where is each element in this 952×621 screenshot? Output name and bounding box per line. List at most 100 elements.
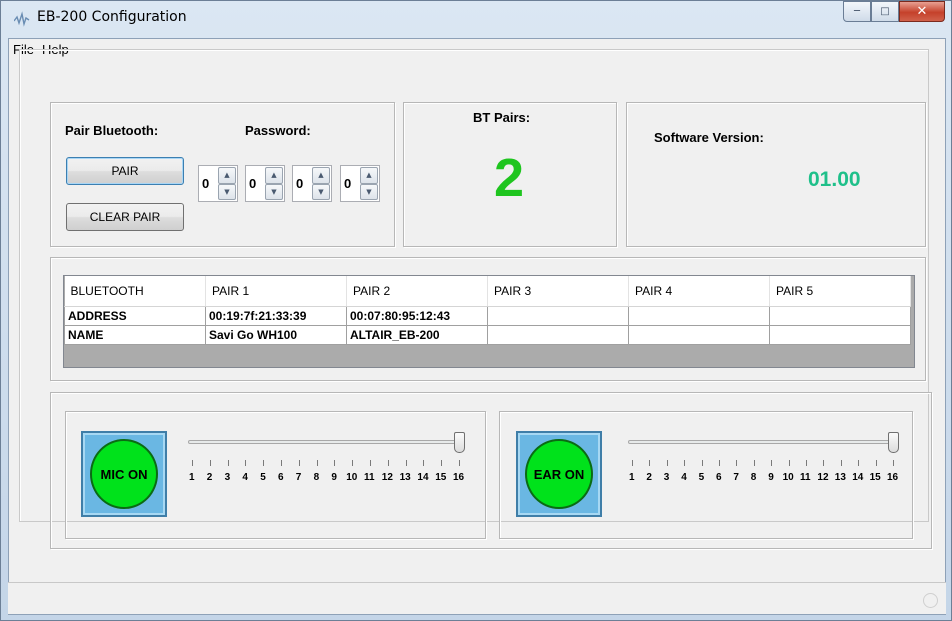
slider-tick-label: 12 [817, 472, 829, 483]
slider-tick-label: 6 [716, 472, 722, 483]
slider-tick [352, 460, 354, 466]
table-cell[interactable] [628, 324, 770, 345]
slider-tick [771, 460, 773, 466]
table-cell[interactable]: NAME [64, 324, 206, 345]
slider-tick-label: 7 [295, 472, 302, 483]
slider-tick-label: 13 [834, 472, 846, 483]
slider-tick-label: 16 [453, 472, 465, 483]
slider-thumb[interactable] [888, 432, 899, 453]
table-cell[interactable] [769, 324, 911, 345]
spin-down-icon[interactable]: ▼ [360, 183, 378, 200]
mic-toggle-button[interactable]: MIC ON [81, 431, 167, 517]
table-cell[interactable] [628, 305, 770, 326]
password-digit-1[interactable]: 0 ▲ ▼ [198, 165, 238, 202]
slider-thumb[interactable] [454, 432, 465, 453]
slider-tick-label: 15 [869, 472, 881, 483]
title-bar[interactable]: EB-200 Configuration ─ □ ✕ [1, 1, 951, 35]
slider-tick [298, 460, 300, 466]
slider-tick-label: 1 [629, 472, 635, 483]
software-version-label: Software Version: [654, 130, 764, 145]
slider-tick [736, 460, 738, 466]
slider-tick [227, 460, 229, 466]
slider-tick [281, 460, 282, 466]
minimize-icon: ─ [853, 6, 861, 17]
slider-tick [788, 460, 790, 466]
status-indicator-icon [923, 593, 938, 608]
slider-tick [441, 460, 443, 466]
spin-up-icon[interactable]: ▲ [312, 167, 330, 184]
table-cell[interactable]: ADDRESS [64, 305, 206, 326]
col-header-pair-3[interactable]: PAIR 3 [487, 276, 629, 307]
table-row: NAME Savi Go WH100 ALTAIR_EB-200 [64, 324, 911, 345]
slider-tick-label: 2 [206, 472, 213, 483]
slider-tick [370, 460, 371, 466]
slider-tick-label: 3 [224, 472, 231, 483]
col-header-pair-1[interactable]: PAIR 1 [205, 276, 347, 307]
password-digit-1-value: 0 [202, 176, 210, 191]
slider-tick [823, 460, 825, 466]
password-digit-2-value: 0 [249, 176, 257, 191]
slider-tick [334, 460, 336, 466]
table-cell[interactable] [487, 324, 629, 345]
slider-tick-label: 12 [381, 472, 393, 483]
slider-tick-label: 16 [887, 472, 899, 483]
col-header-pair-2[interactable]: PAIR 2 [346, 276, 488, 307]
slider-tick-label: 14 [417, 472, 429, 483]
spin-down-icon[interactable]: ▼ [312, 183, 330, 200]
table-cell[interactable]: 00:19:7f:21:33:39 [205, 305, 347, 326]
slider-tick [840, 460, 842, 466]
slider-tick-label: 4 [242, 472, 248, 483]
col-header-pair-5[interactable]: PAIR 5 [769, 276, 911, 307]
slider-tick [387, 460, 389, 466]
ear-volume-slider[interactable]: 1 2 3 4 5 6 7 8 9 10 11 12 13 14 15 16 [620, 428, 901, 494]
maximize-button[interactable]: □ [871, 1, 899, 22]
ear-toggle-button[interactable]: EAR ON [516, 431, 602, 517]
spin-up-icon[interactable]: ▲ [265, 167, 283, 184]
password-digit-4[interactable]: 0 ▲ ▼ [340, 165, 380, 202]
spin-down-icon[interactable]: ▼ [265, 183, 283, 200]
table-cell[interactable] [487, 305, 629, 326]
slider-tick-label: 4 [681, 472, 687, 483]
slider-tick-label: 10 [782, 472, 794, 483]
password-digit-2[interactable]: 0 ▲ ▼ [245, 165, 285, 202]
software-version-panel [626, 102, 926, 247]
slider-tick [649, 460, 651, 466]
slider-tick-label: 5 [698, 472, 705, 483]
slider-tick [753, 460, 755, 466]
status-bar [8, 582, 946, 614]
close-button[interactable]: ✕ [899, 1, 945, 22]
mic-volume-slider[interactable]: 1 2 3 4 5 6 7 8 9 10 11 12 13 14 15 16 [180, 428, 470, 494]
slider-track[interactable] [188, 440, 458, 444]
slider-tick-label: 9 [768, 472, 774, 483]
slider-tick-label: 14 [852, 472, 864, 483]
table-cell[interactable]: Savi Go WH100 [205, 324, 347, 345]
ear-status-indicator: EAR ON [525, 439, 593, 509]
slider-tick-label: 5 [260, 472, 266, 483]
table-row: ADDRESS 00:19:7f:21:33:39 00:07:80:95:12… [64, 305, 911, 326]
spin-up-icon[interactable]: ▲ [218, 167, 236, 184]
clear-pair-button[interactable]: CLEAR PAIR [66, 203, 184, 231]
col-header-pair-4[interactable]: PAIR 4 [628, 276, 770, 307]
slider-tick-label: 15 [435, 472, 447, 483]
bt-pairs-label: BT Pairs: [473, 110, 531, 125]
password-digit-3[interactable]: 0 ▲ ▼ [292, 165, 332, 202]
table-cell[interactable] [769, 305, 911, 326]
slider-tick [875, 460, 877, 466]
slider-tick [192, 460, 193, 466]
slider-tick-label: 3 [663, 472, 670, 483]
slider-tick [405, 460, 407, 466]
table-cell[interactable]: 00:07:80:95:12:43 [346, 305, 488, 326]
spin-up-icon[interactable]: ▲ [360, 167, 378, 184]
minimize-button[interactable]: ─ [843, 1, 871, 22]
slider-track[interactable] [628, 440, 890, 444]
password-digit-3-value: 0 [296, 176, 304, 191]
slider-tick [316, 460, 318, 466]
col-header-bluetooth[interactable]: BLUETOOTH [64, 276, 206, 307]
pair-button[interactable]: PAIR [66, 157, 184, 185]
slider-tick-label: 13 [399, 472, 411, 483]
slider-tick [209, 460, 211, 466]
app-waveform-icon [14, 11, 30, 27]
table-cell[interactable]: ALTAIR_EB-200 [346, 324, 488, 345]
slider-tick [263, 460, 265, 466]
spin-down-icon[interactable]: ▼ [218, 183, 236, 200]
